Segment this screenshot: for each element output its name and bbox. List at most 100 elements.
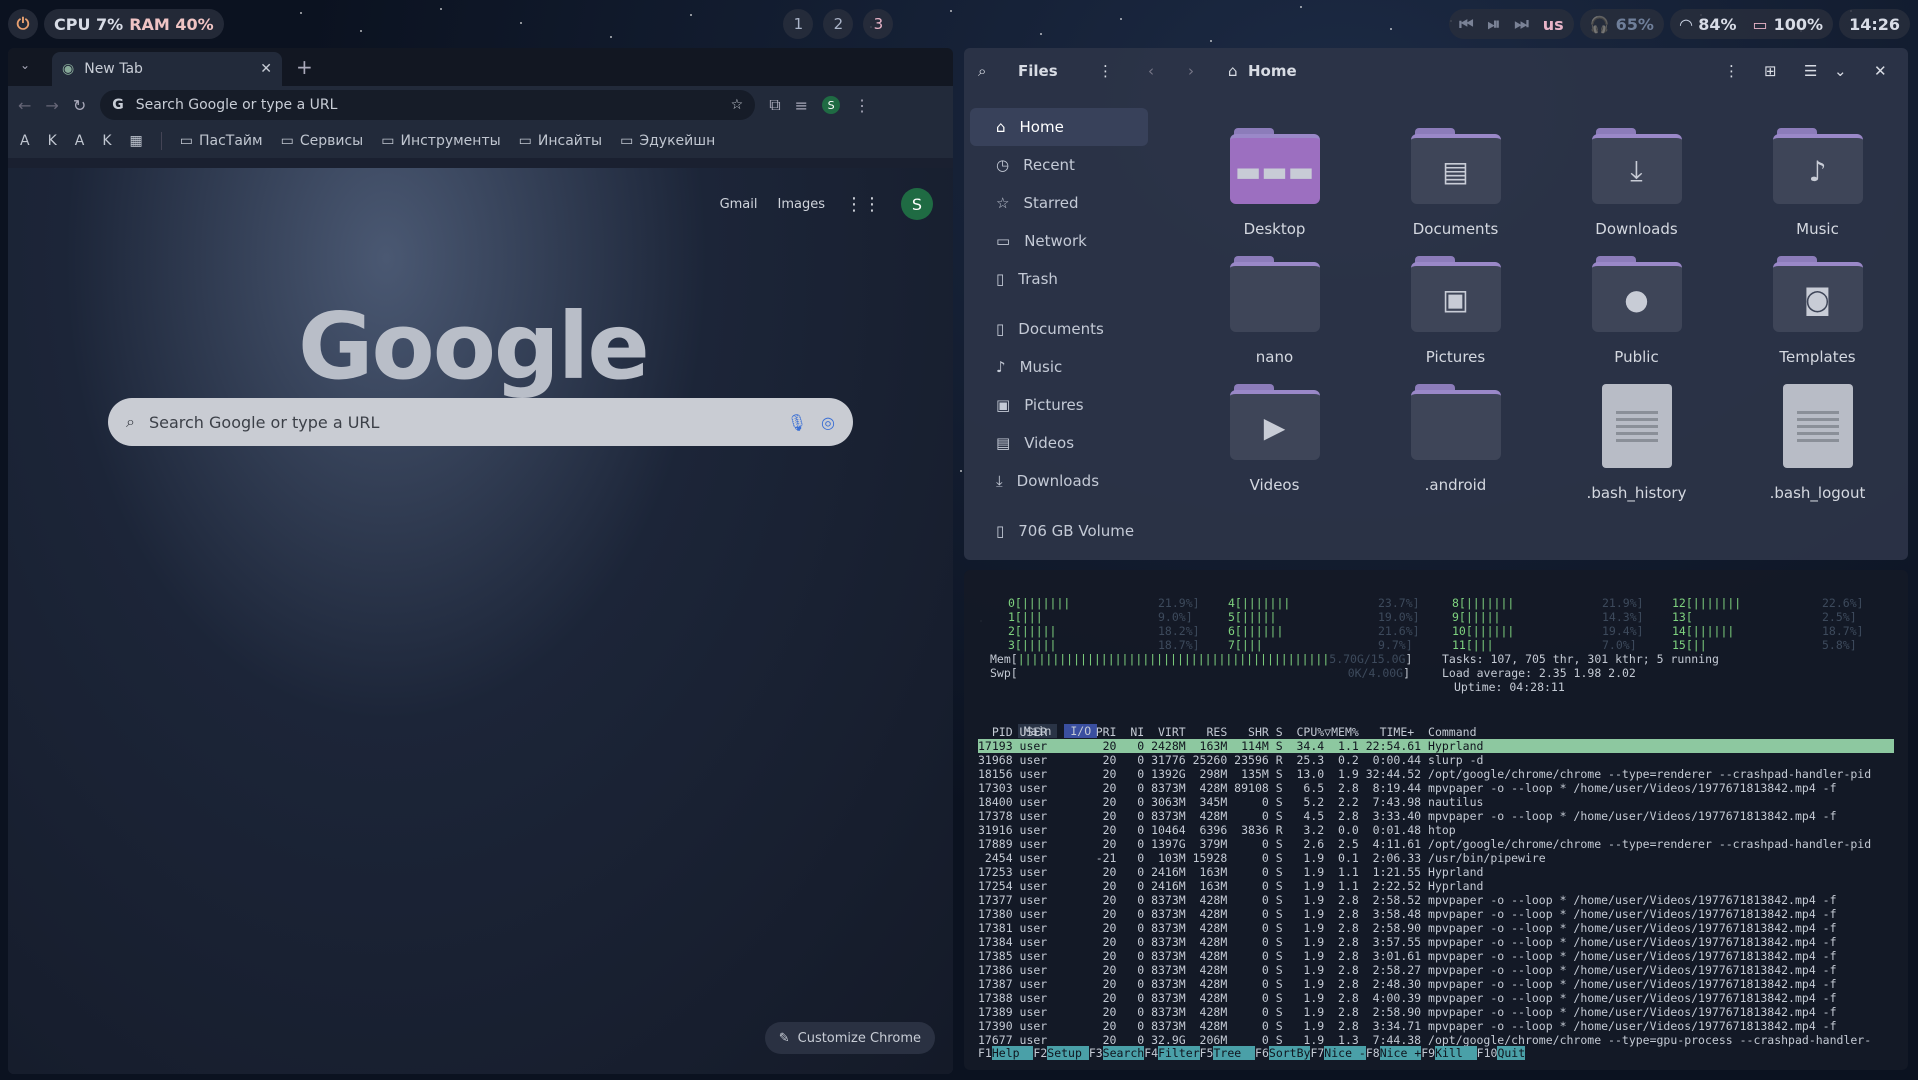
process-row[interactable]: 31968 user 20 0 31776 25260 23596 R 25.3…	[978, 753, 1483, 767]
close-icon[interactable]: ✕	[1874, 62, 1894, 80]
file-item-public[interactable]: ● Public	[1546, 256, 1727, 366]
extensions-icon[interactable]: ⧉	[769, 95, 780, 115]
htop-terminal[interactable]: 0[||||||| 21.9%] 4[||||||| 23.7%] 8[||||||| 2…	[964, 570, 1908, 1070]
bookmark-folder-2[interactable]: ▭ Сервисы	[281, 133, 364, 149]
file-item-bash-logout[interactable]: .bash_logout	[1727, 384, 1908, 502]
process-row[interactable]: 17253 user 20 0 2416M 163M 0 S 1.9 1.1 1…	[978, 865, 1483, 879]
sidebar-item-downloads[interactable]: ⤓ Downloads	[970, 462, 1148, 500]
omnibox[interactable]: G Search Google or type a URL ☆	[100, 90, 756, 120]
keyboard-layout[interactable]: us	[1543, 15, 1564, 34]
reload-icon[interactable]: ↻	[73, 96, 86, 115]
fkey-label[interactable]: Nice +	[1379, 1046, 1422, 1060]
voice-search-icon[interactable]: 🎙	[787, 413, 807, 432]
tab-search-icon[interactable]: ⌄	[20, 58, 30, 72]
bookmark-folder-5[interactable]: ▭ Эдукейшн	[620, 133, 715, 149]
lens-icon[interactable]: ◎	[821, 413, 835, 432]
search-icon[interactable]: ⌕	[978, 62, 1018, 80]
fkey-label[interactable]: Quit	[1497, 1046, 1526, 1060]
bookmark-app-1[interactable]: A	[20, 133, 30, 149]
bookmark-star-icon[interactable]: ☆	[731, 97, 744, 113]
process-row[interactable]: 2454 user -21 0 103M 15928 0 S 1.9 0.1 2…	[978, 851, 1546, 865]
process-row[interactable]: 17389 user 20 0 8373M 428M 0 S 1.9 2.8 2…	[978, 1005, 1837, 1019]
clock[interactable]: 14:26	[1839, 9, 1911, 39]
fkey-label[interactable]: Tree	[1213, 1046, 1256, 1060]
workspace-2[interactable]: 2	[823, 9, 854, 39]
forward-icon[interactable]: ›	[1188, 62, 1228, 80]
profile-avatar[interactable]: S	[901, 188, 933, 220]
file-item-music[interactable]: ♪ Music	[1727, 128, 1908, 238]
fkey-label[interactable]: Help	[991, 1046, 1034, 1060]
process-row[interactable]: 18156 user 20 0 1392G 298M 135M S 13.0 1…	[978, 767, 1871, 781]
process-row[interactable]: 17254 user 20 0 2416M 163M 0 S 1.9 1.1 2…	[978, 879, 1483, 893]
back-icon[interactable]: ‹	[1148, 62, 1188, 80]
process-row[interactable]: 17390 user 20 0 8373M 428M 0 S 1.9 2.8 3…	[978, 1019, 1837, 1033]
sidebar-item-volume[interactable]: ▯ 706 GB Volume	[970, 512, 1148, 550]
fkey-label[interactable]: SortBy	[1268, 1046, 1311, 1060]
power-button[interactable]: ⏻	[8, 9, 38, 39]
sidebar-item-music[interactable]: ♪ Music	[970, 348, 1148, 386]
file-item-desktop[interactable]: ▬▬▬ Desktop	[1184, 128, 1365, 238]
process-row[interactable]: 17385 user 20 0 8373M 428M 0 S 1.9 2.8 3…	[978, 949, 1837, 963]
bookmark-app-2[interactable]: K	[48, 133, 57, 149]
path-menu-icon[interactable]: ⋮	[1724, 62, 1764, 80]
ntp-search-box[interactable]: ⌕ Search Google or type a URL 🎙 ◎	[108, 398, 853, 446]
menu-icon[interactable]: ⋮	[854, 96, 870, 115]
sidebar-item-videos[interactable]: ▤ Videos	[970, 424, 1148, 462]
process-row[interactable]: 17388 user 20 0 8373M 428M 0 S 1.9 2.8 4…	[978, 991, 1837, 1005]
bookmark-app-3[interactable]: A	[75, 133, 85, 149]
back-icon[interactable]: ←	[18, 96, 31, 115]
fkey-label[interactable]: Search	[1102, 1046, 1145, 1060]
process-row[interactable]: 17378 user 20 0 8373M 428M 0 S 4.5 2.8 3…	[978, 809, 1837, 823]
sidebar-item-network[interactable]: ▭ Network	[970, 222, 1148, 260]
process-row[interactable]: 31916 user 20 0 10464 6396 3836 R 3.2 0.…	[978, 823, 1456, 837]
play-pause-icon[interactable]: ⏯	[1488, 14, 1501, 34]
sidebar-item-starred[interactable]: ☆ Starred	[970, 184, 1148, 222]
process-row[interactable]: 17380 user 20 0 8373M 428M 0 S 1.9 2.8 3…	[978, 907, 1837, 921]
images-link[interactable]: Images	[778, 197, 826, 212]
media-queue-icon[interactable]: ≡	[795, 96, 808, 115]
process-row[interactable]: 17377 user 20 0 8373M 428M 0 S 1.9 2.8 2…	[978, 893, 1837, 907]
process-row[interactable]: 17889 user 20 0 1397G 379M 0 S 2.6 2.5 4…	[978, 837, 1871, 851]
process-row[interactable]: 17303 user 20 0 8373M 428M 89108 S 6.5 2…	[978, 781, 1837, 795]
sidebar-item-recent[interactable]: ◷ Recent	[970, 146, 1148, 184]
file-item-bash-history[interactable]: .bash_history	[1546, 384, 1727, 502]
file-item-pictures[interactable]: ▣ Pictures	[1365, 256, 1546, 366]
fkey-label[interactable]: Kill	[1435, 1046, 1477, 1060]
process-row[interactable]: 17384 user 20 0 8373M 428M 0 S 1.9 2.8 3…	[978, 935, 1837, 949]
close-tab-icon[interactable]: ✕	[260, 61, 272, 77]
new-tab-icon[interactable]: +	[296, 55, 313, 79]
process-row[interactable]: 17677 user 20 0 32.9G 206M 0 S 1.9 1.3 7…	[978, 1033, 1871, 1047]
process-row[interactable]: 17387 user 20 0 8373M 428M 0 S 1.9 2.8 2…	[978, 977, 1837, 991]
view-options-icon[interactable]: ⌄	[1834, 62, 1874, 80]
view-toggle-icon[interactable]: ☰	[1804, 62, 1834, 80]
fkey-label[interactable]: Nice -	[1324, 1046, 1366, 1060]
resources-widget[interactable]: CPU 7% RAM 40%	[44, 9, 224, 39]
bookmark-folder-1[interactable]: ▭ ПасТайм	[180, 133, 263, 149]
status-widget[interactable]: ◠ 84% ▭ 100%	[1669, 9, 1834, 39]
customize-chrome-button[interactable]: ✎ Customize Chrome	[764, 1022, 935, 1054]
previous-icon[interactable]: ⏮	[1459, 14, 1473, 34]
workspace-3[interactable]: 3	[863, 9, 894, 39]
apps-grid-icon[interactable]: ▦	[130, 133, 143, 149]
fkey-label[interactable]: Setup	[1047, 1046, 1089, 1060]
process-row[interactable]: 17381 user 20 0 8373M 428M 0 S 1.9 2.8 2…	[978, 921, 1837, 935]
bookmark-folder-4[interactable]: ▭ Инсайты	[519, 133, 602, 149]
sidebar-item-trash[interactable]: ▯ Trash	[970, 260, 1148, 298]
sidebar-item-documents[interactable]: ▯ Documents	[970, 310, 1148, 348]
fkey-label[interactable]: Filter	[1158, 1046, 1200, 1060]
file-item-documents[interactable]: ▤ Documents	[1365, 128, 1546, 238]
file-item-downloads[interactable]: ⤓ Downloads	[1546, 128, 1727, 238]
new-folder-icon[interactable]: ⊞	[1764, 62, 1804, 80]
volume-widget[interactable]: 🎧 65%	[1579, 9, 1664, 39]
process-row[interactable]: 17193 user 20 0 2428M 163M 114M S 34.4 1…	[978, 739, 1894, 753]
file-item-templates[interactable]: ◙ Templates	[1727, 256, 1908, 366]
bookmark-folder-3[interactable]: ▭ Инструменты	[381, 133, 500, 149]
file-item-videos[interactable]: ▶ Videos	[1184, 384, 1365, 502]
sidebar-item-home[interactable]: ⌂ Home	[970, 108, 1148, 146]
tab-new-tab[interactable]: ◉ New Tab ✕	[52, 52, 282, 86]
process-row[interactable]: 18400 user 20 0 3063M 345M 0 S 5.2 2.2 7…	[978, 795, 1483, 809]
next-icon[interactable]: ⏭	[1514, 14, 1528, 34]
location-label[interactable]: Home	[1248, 62, 1724, 80]
process-row[interactable]: 17386 user 20 0 8373M 428M 0 S 1.9 2.8 2…	[978, 963, 1837, 977]
sidebar-item-pictures[interactable]: ▣ Pictures	[970, 386, 1148, 424]
